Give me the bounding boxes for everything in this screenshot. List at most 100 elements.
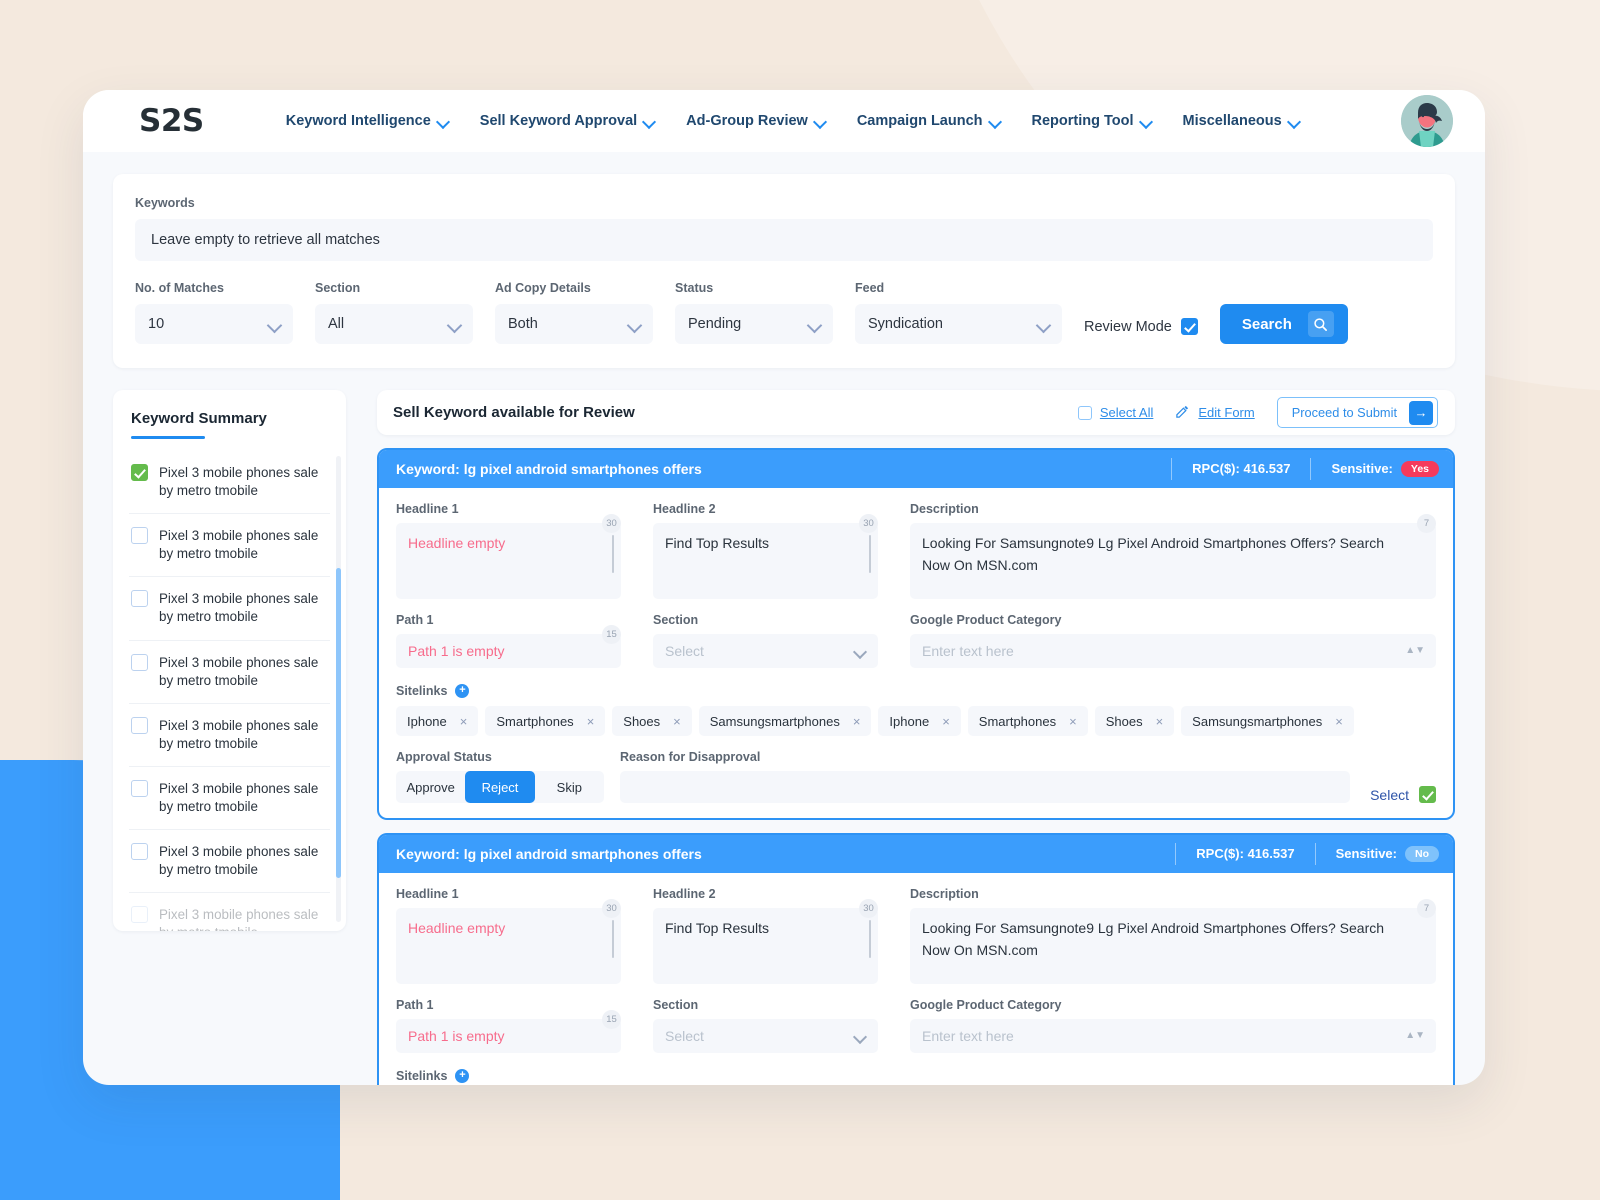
list-item[interactable]: Pixel 3 mobile phones sale by metro tmob… <box>129 577 330 640</box>
sitelink-chip[interactable]: Iphone× <box>396 706 478 736</box>
list-item[interactable]: Pixel 3 mobile phones sale by metro tmob… <box>129 893 330 931</box>
close-icon[interactable]: × <box>1156 714 1164 729</box>
gpc-input[interactable]: Enter text here▲▼ <box>910 1019 1436 1053</box>
list-item[interactable]: Pixel 3 mobile phones sale by metro tmob… <box>129 451 330 514</box>
headline2-input[interactable]: Find Top Results <box>653 908 878 984</box>
gpc-input[interactable]: Enter text here▲▼ <box>910 634 1436 668</box>
keyword-card-header: Keyword: lg pixel android smartphones of… <box>379 835 1453 873</box>
select-row-toggle[interactable]: Select <box>1366 786 1436 803</box>
headline1-label: Headline 1 <box>396 502 621 516</box>
nav-item-keyword-intelligence[interactable]: Keyword Intelligence <box>286 113 449 129</box>
keyword-item-checkbox[interactable] <box>131 527 148 544</box>
description-label: Description <box>910 887 1436 901</box>
headline1-input[interactable]: Headline empty <box>396 523 621 599</box>
keyword-card-meta: RPC($): 416.537Sensitive:Yes <box>1171 458 1439 480</box>
textarea-scrollbar[interactable] <box>612 535 614 573</box>
avatar[interactable] <box>1401 95 1453 147</box>
keyword-item-checkbox[interactable] <box>131 843 148 860</box>
list-item[interactable]: Pixel 3 mobile phones sale by metro tmob… <box>129 704 330 767</box>
review-mode-checkbox[interactable] <box>1181 318 1198 335</box>
headline2-input[interactable]: Find Top Results <box>653 523 878 599</box>
close-icon[interactable]: × <box>1069 714 1077 729</box>
list-item[interactable]: Pixel 3 mobile phones sale by metro tmob… <box>129 514 330 577</box>
rpc-number: 416.537 <box>1248 846 1295 861</box>
approval-option-skip[interactable]: Skip <box>535 771 604 803</box>
list-item[interactable]: Pixel 3 mobile phones sale by metro tmob… <box>129 641 330 704</box>
filter-section: SectionAll <box>315 281 473 344</box>
nav-item-reporting-tool[interactable]: Reporting Tool <box>1032 113 1152 129</box>
keyword-item-checkbox[interactable] <box>131 590 148 607</box>
add-sitelink-icon[interactable]: + <box>455 1069 469 1083</box>
keyword-item-checkbox[interactable] <box>131 654 148 671</box>
nav-item-miscellaneous[interactable]: Miscellaneous <box>1183 113 1300 129</box>
close-icon[interactable]: × <box>460 714 468 729</box>
chevron-down-icon <box>855 1031 866 1042</box>
filter-select-feed[interactable]: Syndication <box>855 304 1062 344</box>
nav-item-sell-keyword-approval[interactable]: Sell Keyword Approval <box>480 113 655 129</box>
path1-input[interactable]: Path 1 is empty <box>396 1019 621 1053</box>
search-icon <box>1308 311 1334 337</box>
keywords-input[interactable] <box>135 219 1433 261</box>
nav-item-campaign-launch[interactable]: Campaign Launch <box>857 113 1001 129</box>
nav-item-ad-group-review[interactable]: Ad-Group Review <box>686 113 826 129</box>
filter-value-ad-copy-details: Both <box>508 316 538 332</box>
path1-input[interactable]: Path 1 is empty <box>396 634 621 668</box>
proceed-label: Proceed to Submit <box>1292 405 1397 420</box>
close-icon[interactable]: × <box>1335 714 1343 729</box>
rpc-label: RPC($): <box>1196 846 1244 861</box>
close-icon[interactable]: × <box>942 714 950 729</box>
description-input[interactable]: Looking For Samsungnote9 Lg Pixel Androi… <box>910 523 1436 599</box>
keyword-item-checkbox[interactable] <box>131 717 148 734</box>
select-all-label: Select All <box>1100 405 1153 420</box>
app-logo[interactable]: S2S <box>139 103 204 139</box>
textarea-scrollbar[interactable] <box>869 920 871 958</box>
sitelink-chip[interactable]: Smartphones × <box>485 706 605 736</box>
reason-input[interactable] <box>620 771 1350 803</box>
keyword-card-title: Keyword: lg pixel android smartphones of… <box>396 846 702 862</box>
proceed-to-submit-button[interactable]: Proceed to Submit → <box>1277 397 1438 428</box>
sitelink-chip[interactable]: Samsungsmartphones× <box>1181 706 1354 736</box>
section-select[interactable]: Select <box>653 634 878 668</box>
close-icon[interactable]: × <box>587 714 595 729</box>
filter-select-section[interactable]: All <box>315 304 473 344</box>
filter-select-ad-copy-details[interactable]: Both <box>495 304 653 344</box>
keyword-card-header: Keyword: lg pixel android smartphones of… <box>379 450 1453 488</box>
textarea-scrollbar[interactable] <box>869 535 871 573</box>
list-item[interactable]: Pixel 3 mobile phones sale by metro tmob… <box>129 830 330 893</box>
headline1-input[interactable]: Headline empty <box>396 908 621 984</box>
sitelink-chip[interactable]: Samsungsmartphones× <box>699 706 872 736</box>
section-select[interactable]: Select <box>653 1019 878 1053</box>
stepper-icon[interactable]: ▲▼ <box>1405 646 1425 656</box>
sitelink-chip[interactable]: Smartphones× <box>968 706 1088 736</box>
summary-scrollbar-thumb[interactable] <box>336 568 341 878</box>
select-row-checkbox[interactable] <box>1419 786 1436 803</box>
keyword-item-checkbox[interactable] <box>131 464 148 481</box>
description-input[interactable]: Looking For Samsungnote9 Lg Pixel Androi… <box>910 908 1436 984</box>
sitelink-chip[interactable]: Shoes× <box>612 706 691 736</box>
section-value: Select <box>665 1028 704 1044</box>
nav-item-label: Sell Keyword Approval <box>480 113 637 129</box>
list-item[interactable]: Pixel 3 mobile phones sale by metro tmob… <box>129 767 330 830</box>
review-mode-toggle[interactable]: Review Mode <box>1084 318 1198 335</box>
select-all-checkbox[interactable] <box>1078 406 1092 420</box>
section-group: SectionSelect <box>653 998 878 1067</box>
keyword-item-checkbox[interactable] <box>131 906 148 923</box>
character-counter: 7 <box>1417 899 1436 918</box>
close-icon[interactable]: × <box>853 714 861 729</box>
sensitive-label: Sensitive: <box>1336 843 1397 865</box>
sitelink-chip[interactable]: Iphone× <box>878 706 960 736</box>
sitelink-chip[interactable]: Shoes× <box>1095 706 1174 736</box>
filter-select-no-of-matches[interactable]: 10 <box>135 304 293 344</box>
keyword-item-checkbox[interactable] <box>131 780 148 797</box>
search-button[interactable]: Search <box>1220 304 1348 344</box>
edit-form-action[interactable]: Edit Form <box>1175 404 1254 422</box>
textarea-scrollbar[interactable] <box>612 920 614 958</box>
filter-select-status[interactable]: Pending <box>675 304 833 344</box>
approval-option-reject[interactable]: Reject <box>465 771 534 803</box>
close-icon[interactable]: × <box>673 714 681 729</box>
add-sitelink-icon[interactable]: + <box>455 684 469 698</box>
stepper-icon[interactable]: ▲▼ <box>1405 1031 1425 1041</box>
sitelink-label: Smartphones <box>496 714 573 729</box>
approval-option-approve[interactable]: Approve <box>396 771 465 803</box>
select-all-action[interactable]: Select All <box>1078 405 1153 420</box>
